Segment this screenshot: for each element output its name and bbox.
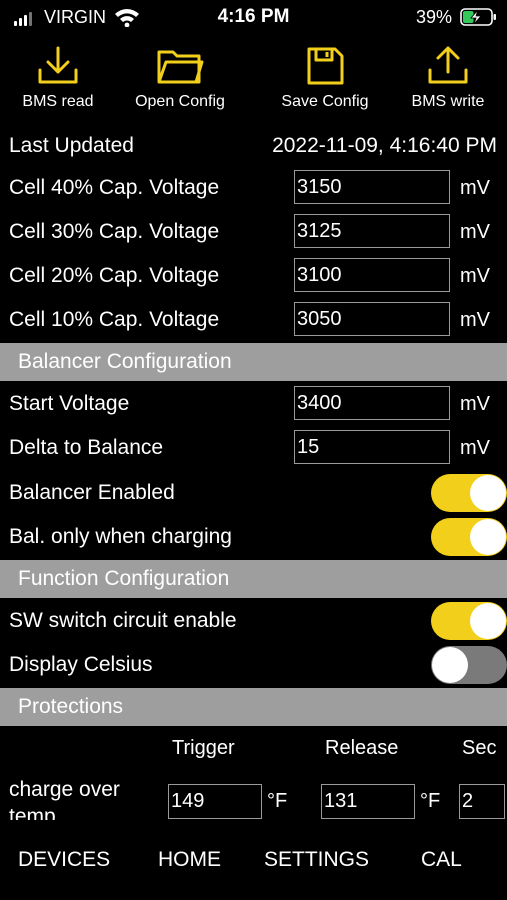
unit-label: mV [460, 393, 490, 415]
save-icon [307, 47, 344, 85]
toggle-knob [470, 603, 506, 639]
balancer-section-header: Balancer Configuration [0, 343, 507, 381]
bal-charging-toggle[interactable] [431, 518, 507, 556]
charge-over-temp-sec-input[interactable]: 2 [459, 784, 505, 819]
nav-cal[interactable]: CAL [421, 848, 462, 872]
release-column-header: Release [325, 737, 399, 759]
charge-over-temp-release-input[interactable]: 131 [321, 784, 415, 819]
bms-write-label: BMS write [411, 93, 485, 110]
start-voltage-label: Start Voltage [9, 392, 130, 415]
cell-40-voltage-input[interactable]: 3150 [294, 170, 450, 204]
save-config-label: Save Config [281, 93, 369, 110]
celsius-toggle[interactable] [431, 646, 507, 684]
toggle-knob [432, 647, 468, 683]
bms-read-button[interactable]: BMS read [18, 44, 98, 111]
unit-label: mV [460, 437, 490, 459]
folder-icon [157, 50, 204, 84]
delta-balance-input[interactable]: 15 [294, 430, 450, 464]
cap-voltage-label: Cell 10% Cap. Voltage [9, 308, 220, 331]
unit-label: mV [460, 221, 490, 243]
sw-switch-label: SW switch circuit enable [9, 609, 237, 632]
status-bar: VIRGIN 4:16 PM 39% [0, 0, 507, 36]
cell-20-voltage-input[interactable]: 3100 [294, 258, 450, 292]
cap-voltage-label: Cell 20% Cap. Voltage [9, 264, 220, 287]
start-voltage-input[interactable]: 3400 [294, 386, 450, 420]
unit-label: mV [460, 265, 490, 287]
sec-column-header: Sec [462, 737, 497, 759]
unit-label: mV [460, 309, 490, 331]
function-section-header: Function Configuration [0, 560, 507, 598]
last-updated-value: 2022-11-09, 4:16:40 PM [272, 134, 497, 157]
bms-write-button[interactable]: BMS write [405, 44, 491, 111]
download-icon [38, 46, 78, 84]
cell-30-voltage-input[interactable]: 3125 [294, 214, 450, 248]
bal-charging-label: Bal. only when charging [9, 525, 232, 548]
open-config-button[interactable]: Open Config [127, 44, 233, 111]
save-config-button[interactable]: Save Config [274, 44, 376, 111]
protections-section-header: Protections [0, 688, 507, 726]
trigger-column-header: Trigger [172, 737, 235, 759]
open-config-label: Open Config [135, 93, 225, 110]
charge-over-temp-trigger-input[interactable]: 149 [168, 784, 262, 819]
nav-settings[interactable]: SETTINGS [264, 848, 369, 872]
charge-over-temp-label: charge over temp [9, 778, 120, 820]
nav-home[interactable]: HOME [158, 848, 221, 872]
toggle-knob [470, 475, 506, 511]
cap-voltage-label: Cell 30% Cap. Voltage [9, 220, 220, 243]
trigger-unit: °F [267, 790, 288, 812]
celsius-label: Display Celsius [9, 653, 153, 676]
delta-balance-label: Delta to Balance [9, 436, 164, 459]
cell-10-voltage-input[interactable]: 3050 [294, 302, 450, 336]
sw-switch-toggle[interactable] [431, 602, 507, 640]
upload-icon [428, 46, 468, 84]
toggle-knob [470, 519, 506, 555]
balancer-enabled-label: Balancer Enabled [9, 481, 175, 504]
cap-voltage-label: Cell 40% Cap. Voltage [9, 176, 220, 199]
last-updated-label: Last Updated [9, 134, 134, 157]
bms-read-label: BMS read [22, 93, 94, 110]
unit-label: mV [460, 177, 490, 199]
nav-devices[interactable]: DEVICES [18, 848, 110, 872]
balancer-enabled-toggle[interactable] [431, 474, 507, 512]
battery-percent: 39% [416, 7, 453, 27]
release-unit: °F [420, 790, 441, 812]
battery-charging-icon [460, 7, 498, 32]
bottom-nav: DEVICES HOME SETTINGS CAL [0, 822, 507, 900]
